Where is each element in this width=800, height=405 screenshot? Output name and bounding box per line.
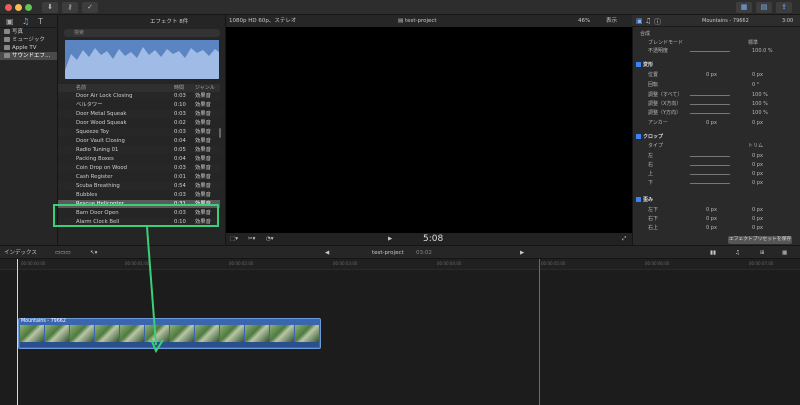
annotation-arrow <box>146 226 164 354</box>
final-cut-window: ⬇ ⚷ ✓ ▦ ▤ ⇪ ▣ ♫ T 写真 ミュージック Apple TV サウン… <box>0 0 800 405</box>
